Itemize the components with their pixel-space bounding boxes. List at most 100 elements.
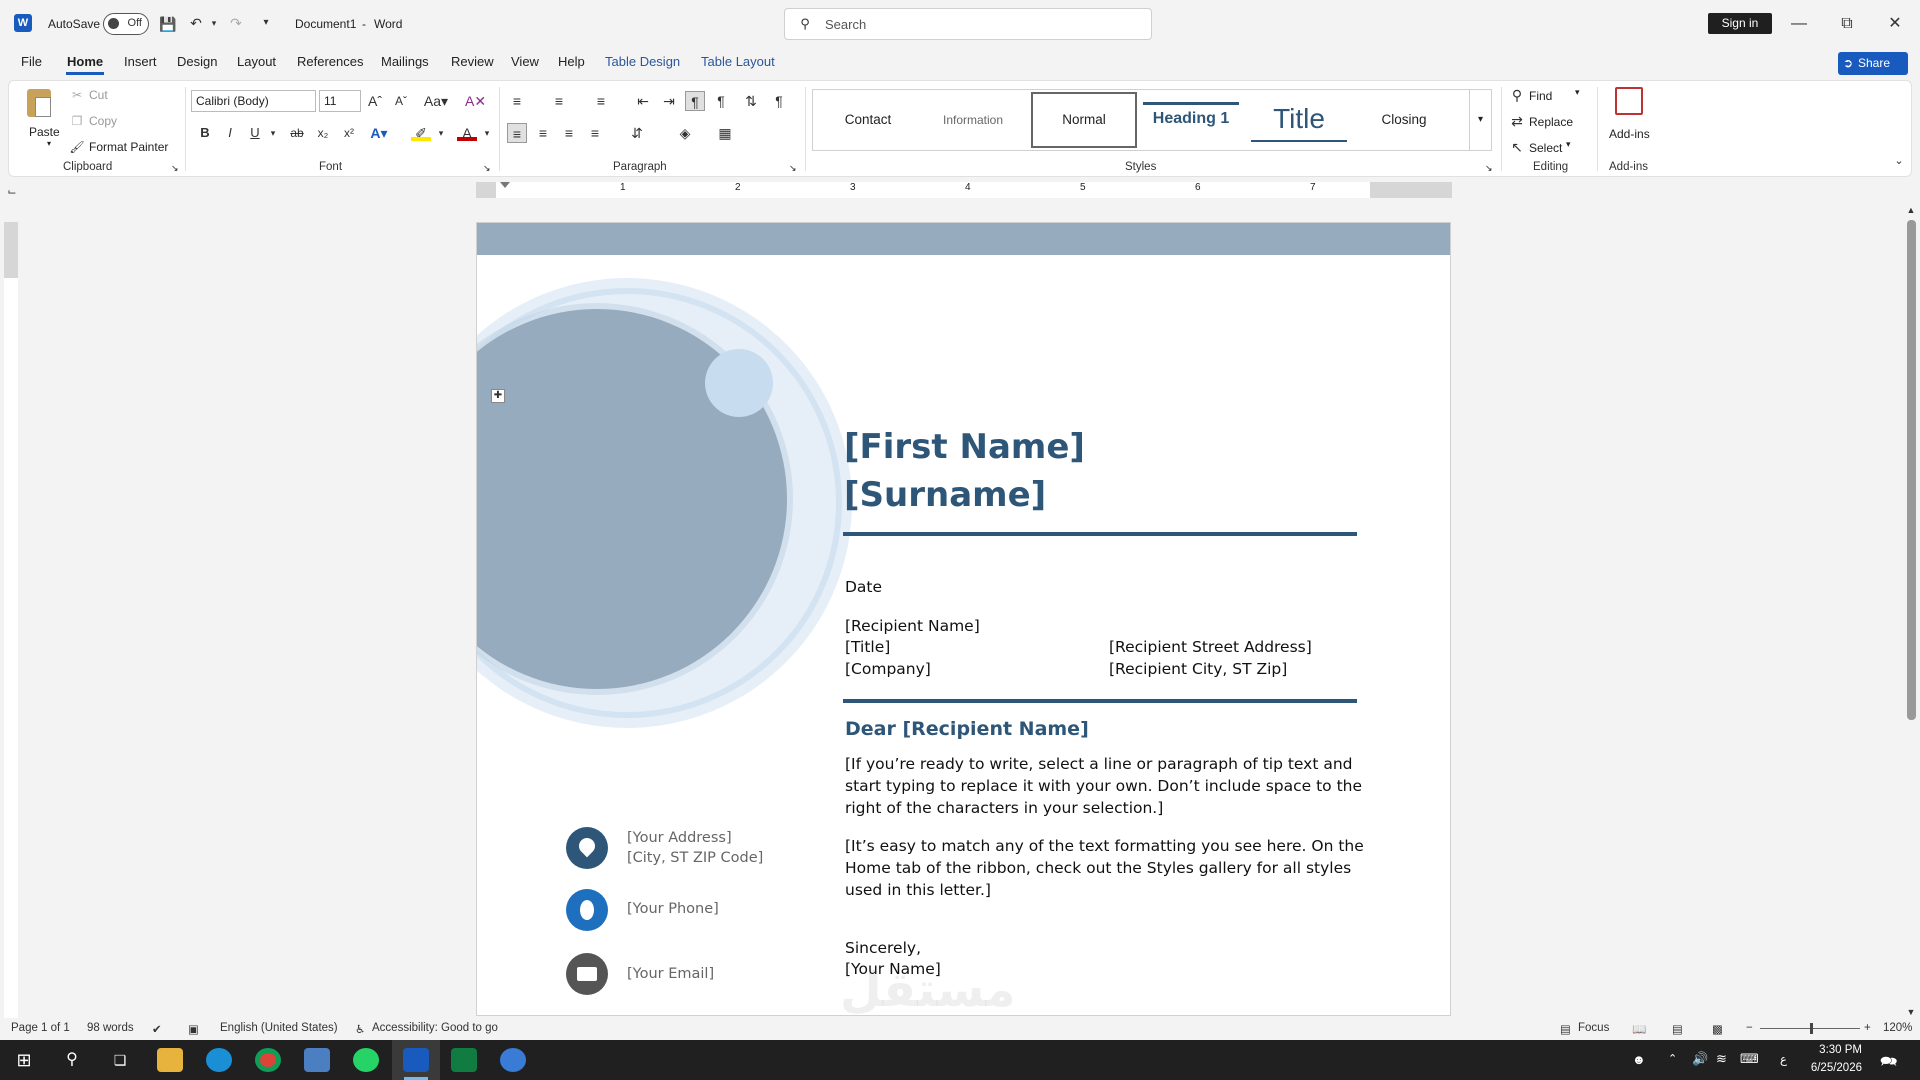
tab-home[interactable]: Home bbox=[67, 54, 103, 69]
whatsapp-icon[interactable] bbox=[353, 1048, 379, 1072]
word-taskbar-active[interactable] bbox=[392, 1040, 440, 1080]
vertical-ruler[interactable] bbox=[4, 222, 18, 1022]
styles-launcher-icon[interactable]: ↘ bbox=[1485, 163, 1493, 174]
underline-icon[interactable]: U bbox=[245, 123, 265, 143]
subscript-icon[interactable]: x₂ bbox=[313, 123, 333, 143]
recipient-name[interactable]: [Recipient Name] bbox=[845, 615, 980, 637]
recipient-title[interactable]: [Title] bbox=[845, 636, 890, 658]
borders-icon[interactable]: ▦ bbox=[715, 123, 735, 143]
numbering-icon[interactable]: ≡ bbox=[549, 91, 569, 111]
cut-button[interactable]: Cut bbox=[89, 88, 108, 102]
increase-indent-icon[interactable]: ⇥ bbox=[659, 91, 679, 111]
volume-icon[interactable]: 🔊 bbox=[1692, 1051, 1708, 1067]
select-dropdown-icon[interactable]: ▾ bbox=[1566, 139, 1571, 150]
accessibility-icon[interactable]: ♿ bbox=[355, 1022, 365, 1036]
your-city-zip[interactable]: [City, ST ZIP Code] bbox=[627, 848, 763, 868]
undo-icon[interactable]: ↶ bbox=[186, 13, 206, 33]
page-count[interactable]: Page 1 of 1 bbox=[11, 1022, 70, 1034]
paste-button[interactable]: Paste ▾ bbox=[19, 85, 60, 148]
word-count[interactable]: 98 words bbox=[87, 1022, 134, 1034]
start-icon[interactable]: ⊞ bbox=[11, 1048, 37, 1072]
copy-button[interactable]: Copy bbox=[89, 114, 117, 128]
text-effects-icon[interactable]: A▾ bbox=[369, 123, 389, 143]
tab-mailings[interactable]: Mailings bbox=[381, 54, 429, 69]
rtl-direction-icon[interactable]: ¶ bbox=[711, 91, 731, 111]
recipient-company[interactable]: [Company] bbox=[845, 658, 931, 680]
undo-dropdown-icon[interactable]: ▾ bbox=[204, 13, 224, 33]
style-heading-1[interactable]: Heading 1 bbox=[1143, 102, 1239, 136]
autosave-toggle[interactable]: Off bbox=[103, 13, 149, 35]
clock-time[interactable]: 3:30 PM bbox=[1806, 1044, 1862, 1056]
tab-help[interactable]: Help bbox=[558, 54, 585, 69]
share-button[interactable]: ➲ Share bbox=[1838, 52, 1908, 75]
tab-layout[interactable]: Layout bbox=[237, 54, 276, 69]
first-name[interactable]: [First Name] bbox=[844, 427, 1085, 467]
people-icon[interactable]: ☻ bbox=[1632, 1052, 1646, 1067]
align-right-icon[interactable]: ≡ bbox=[559, 123, 579, 143]
greeting[interactable]: Dear [Recipient Name] bbox=[845, 718, 1089, 740]
notifications-icon[interactable]: 🗪 bbox=[1880, 1051, 1897, 1075]
change-case-icon[interactable]: Aa▾ bbox=[421, 91, 451, 111]
calculator-icon[interactable] bbox=[304, 1048, 330, 1072]
focus-icon[interactable]: ▤ bbox=[1560, 1022, 1571, 1036]
document-page[interactable]: ✚ [First Name] [Surname] Date [Recipient… bbox=[476, 222, 1451, 1016]
superscript-icon[interactable]: x² bbox=[339, 123, 359, 143]
recipient-street[interactable]: [Recipient Street Address] bbox=[1109, 636, 1312, 658]
multilevel-list-icon[interactable]: ≡ bbox=[591, 91, 611, 111]
edge-icon[interactable] bbox=[206, 1048, 232, 1072]
file-explorer-icon[interactable] bbox=[157, 1048, 183, 1072]
font-color-dropdown-icon[interactable]: ▾ bbox=[477, 123, 497, 143]
search-taskbar-icon[interactable]: ⚲ bbox=[59, 1048, 85, 1072]
search-box[interactable]: ⚲ Search bbox=[784, 8, 1152, 40]
save-icon[interactable]: 💾 bbox=[158, 14, 178, 34]
sign-in-button[interactable]: Sign in bbox=[1708, 13, 1772, 34]
tab-selector-icon[interactable]: ⌙ bbox=[2, 182, 22, 202]
network-icon[interactable]: ≋ bbox=[1716, 1051, 1727, 1067]
bullets-icon[interactable]: ≡ bbox=[507, 91, 527, 111]
collapse-ribbon-icon[interactable]: ⌄ bbox=[1889, 151, 1909, 171]
italic-icon[interactable]: I bbox=[220, 123, 240, 143]
highlight-icon[interactable]: ✐ bbox=[411, 123, 431, 141]
proofing-icon[interactable]: ✔ bbox=[152, 1022, 162, 1036]
underline-dropdown-icon[interactable]: ▾ bbox=[263, 123, 283, 143]
align-center-icon[interactable]: ≡ bbox=[533, 123, 553, 143]
line-spacing-icon[interactable]: ⇵ bbox=[627, 123, 647, 143]
copy-icon[interactable]: ❐ bbox=[67, 111, 87, 131]
style-information[interactable]: Information bbox=[923, 90, 1023, 150]
read-mode-icon[interactable]: 📖 bbox=[1632, 1022, 1646, 1036]
strikethrough-icon[interactable]: ab bbox=[287, 123, 307, 143]
your-email[interactable]: [Your Email] bbox=[627, 964, 714, 984]
clock-date[interactable]: 6/25/2026 bbox=[1796, 1062, 1862, 1074]
paste-dropdown-icon[interactable]: ▾ bbox=[47, 139, 51, 148]
tab-table-design[interactable]: Table Design bbox=[605, 54, 680, 69]
add-ins-button[interactable]: Add-ins bbox=[1607, 87, 1651, 143]
tab-view[interactable]: View bbox=[511, 54, 539, 69]
tab-file[interactable]: File bbox=[21, 54, 42, 69]
format-painter-button[interactable]: Format Painter bbox=[89, 140, 168, 154]
recipient-city[interactable]: [Recipient City, ST Zip] bbox=[1109, 658, 1287, 680]
restore-icon[interactable]: ⧉ bbox=[1835, 12, 1859, 36]
tab-design[interactable]: Design bbox=[177, 54, 217, 69]
accessibility-status[interactable]: Accessibility: Good to go bbox=[372, 1022, 498, 1034]
zoom-level[interactable]: 120% bbox=[1883, 1022, 1912, 1034]
styles-more-icon[interactable]: ▾ bbox=[1469, 90, 1491, 150]
decrease-indent-icon[interactable]: ⇤ bbox=[633, 91, 653, 111]
justify-icon[interactable]: ≡ bbox=[585, 123, 605, 143]
shading-icon[interactable]: ◈ bbox=[675, 123, 695, 143]
find-dropdown-icon[interactable]: ▾ bbox=[1575, 87, 1580, 98]
font-color-icon[interactable]: A bbox=[457, 123, 477, 141]
align-left-icon[interactable]: ≡ bbox=[507, 123, 527, 143]
replace-button[interactable]: Replace bbox=[1529, 115, 1573, 129]
surname[interactable]: [Surname] bbox=[844, 475, 1046, 515]
replace-icon[interactable]: ⇄ bbox=[1507, 111, 1527, 131]
highlight-dropdown-icon[interactable]: ▾ bbox=[431, 123, 451, 143]
ltr-direction-icon[interactable]: ¶ bbox=[685, 91, 705, 111]
find-button[interactable]: Find bbox=[1529, 89, 1552, 103]
zoom-slider[interactable] bbox=[1760, 1023, 1860, 1034]
format-painter-icon[interactable]: 🖌 bbox=[67, 137, 87, 157]
find-icon[interactable]: ⚲ bbox=[1507, 85, 1527, 105]
language-indicator[interactable]: ع bbox=[1780, 1052, 1787, 1066]
tab-references[interactable]: References bbox=[297, 54, 363, 69]
focus-button[interactable]: Focus bbox=[1578, 1022, 1609, 1034]
tab-review[interactable]: Review bbox=[451, 54, 494, 69]
